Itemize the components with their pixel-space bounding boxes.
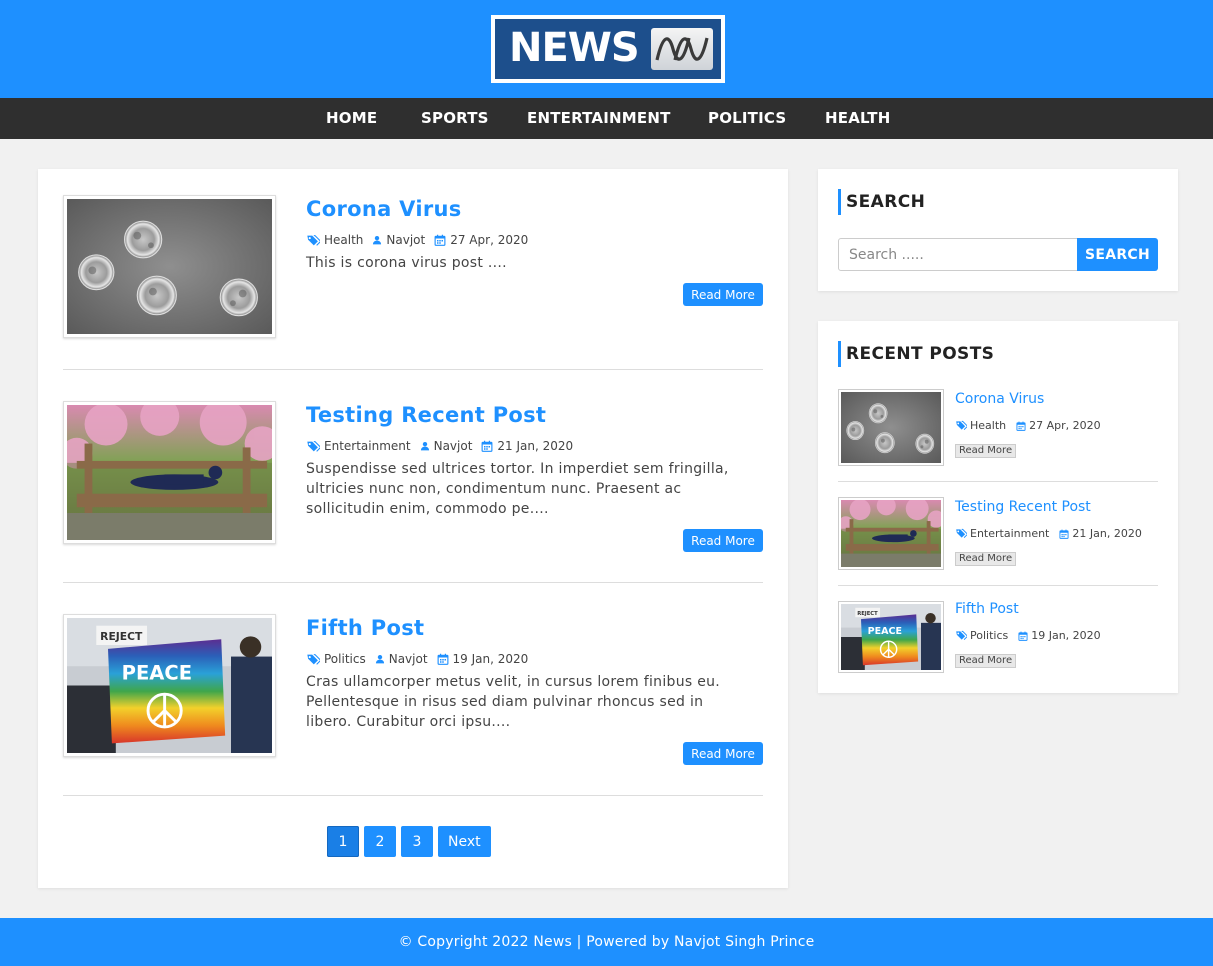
read-more-button[interactable]: Read More [683,283,763,306]
recent-read-more-button[interactable]: Read More [955,444,1017,458]
yoga-image [841,500,941,567]
nav-sports[interactable]: SPORTS [421,109,489,127]
logo-text: NEWS [509,25,640,71]
post-author[interactable]: Navjot [434,439,473,453]
recent-post-date: 27 Apr, 2020 [1029,419,1101,432]
post-date: 27 Apr, 2020 [450,233,529,247]
pagination: 1 2 3 Next [327,826,496,857]
post-item: Fifth Post Politics Navjot 19 Jan, 2020 … [63,614,763,796]
post-meta: Entertainment Navjot 21 Jan, 2020 [306,439,582,453]
read-more-button[interactable]: Read More [683,529,763,552]
search-widget-title: SEARCH [838,189,925,215]
nav-entertainment[interactable]: ENTERTAINMENT [527,109,671,127]
post-list: Corona Virus Health Navjot 27 Apr, 2020 … [38,169,788,888]
footer-copyright: © Copyright 2022 News | Powered by Navjo… [398,934,815,950]
recent-read-more-button[interactable]: Read More [955,654,1017,668]
recent-posts-title: RECENT POSTS [838,341,994,367]
post-category[interactable]: Politics [324,652,366,666]
logo-panel: NEWS [495,19,721,79]
divider [838,481,1158,482]
recent-post-item: Corona Virus Health 27 Apr, 2020 Read Mo… [838,389,1158,466]
peace-flag-image [67,618,272,753]
recent-post-item: Testing Recent Post Entertainment 21 Jan… [838,497,1158,570]
recent-post-category[interactable]: Politics [970,629,1008,642]
page-2-button[interactable]: 2 [364,826,396,857]
post-thumbnail[interactable] [63,614,276,757]
main-nav: HOME SPORTS ENTERTAINMENT POLITICS HEALT… [0,98,1213,139]
post-category[interactable]: Health [324,233,363,247]
post-date: 21 Jan, 2020 [497,439,574,453]
page-3-button[interactable]: 3 [401,826,433,857]
post-excerpt: Cras ullamcorper metus velit, in cursus … [306,674,721,730]
recent-post-item: Fifth Post Politics 19 Jan, 2020 Read Mo… [838,601,1158,673]
nav-home[interactable]: HOME [326,109,377,127]
recent-post-category[interactable]: Health [970,419,1006,432]
next-page-button[interactable]: Next [438,826,491,857]
user-icon [372,234,382,246]
recent-read-more-button[interactable]: Read More [955,552,1017,566]
search-input[interactable] [838,238,1078,271]
tags-icon [955,528,967,539]
post-excerpt: Suspendisse sed ultrices tortor. In impe… [306,461,729,517]
post-date: 19 Jan, 2020 [452,652,529,666]
site-footer: © Copyright 2022 News | Powered by Navjo… [0,918,1213,966]
post-title[interactable]: Corona Virus [306,197,462,221]
site-header: NEWS [0,0,1213,98]
recent-post-thumbnail[interactable] [838,389,944,466]
post-item: Testing Recent Post Entertainment Navjot… [63,401,763,583]
virus-image [67,199,272,334]
peace-flag-image [841,604,941,670]
recent-post-meta: Politics 19 Jan, 2020 [955,629,1111,642]
site-logo[interactable]: NEWS [491,15,725,83]
post-title[interactable]: Fifth Post [306,616,424,640]
post-thumbnail[interactable] [63,195,276,338]
recent-post-title[interactable]: Testing Recent Post [955,499,1091,515]
calendar-icon [434,234,446,246]
nav-politics[interactable]: POLITICS [708,109,786,127]
post-category[interactable]: Entertainment [324,439,411,453]
post-excerpt: This is corona virus post .... [306,255,507,271]
nav-health[interactable]: HEALTH [825,109,890,127]
post-meta: Politics Navjot 19 Jan, 2020 [306,652,537,666]
read-more-button[interactable]: Read More [683,742,763,765]
tags-icon [955,630,967,641]
post-title[interactable]: Testing Recent Post [306,403,546,427]
recent-post-meta: Entertainment 21 Jan, 2020 [955,527,1152,540]
page-1-button[interactable]: 1 [327,826,359,857]
search-button[interactable]: SEARCH [1077,238,1158,271]
recent-post-date: 19 Jan, 2020 [1031,629,1101,642]
recent-post-category[interactable]: Entertainment [970,527,1049,540]
user-icon [420,440,430,452]
yoga-image [67,405,272,540]
virus-image [841,392,941,463]
tags-icon [306,653,320,666]
abc-badge-icon [651,28,713,70]
recent-post-title[interactable]: Fifth Post [955,601,1019,617]
tags-icon [306,440,320,453]
tags-icon [306,234,320,247]
recent-post-date: 21 Jan, 2020 [1072,527,1142,540]
recent-post-thumbnail[interactable] [838,601,944,673]
calendar-icon [1016,421,1026,431]
post-item: Corona Virus Health Navjot 27 Apr, 2020 … [63,195,763,370]
calendar-icon [1018,631,1028,641]
post-meta: Health Navjot 27 Apr, 2020 [306,233,537,247]
recent-post-thumbnail[interactable] [838,497,944,570]
calendar-icon [437,653,449,665]
calendar-icon [1059,529,1069,539]
recent-posts-widget: RECENT POSTS Corona Virus Health 27 Apr,… [818,321,1178,693]
post-thumbnail[interactable] [63,401,276,544]
divider [838,585,1158,586]
search-widget: SEARCH SEARCH [818,169,1178,291]
post-author[interactable]: Navjot [386,233,425,247]
recent-post-title[interactable]: Corona Virus [955,391,1044,407]
tags-icon [955,420,967,431]
recent-post-meta: Health 27 Apr, 2020 [955,419,1111,432]
post-author[interactable]: Navjot [389,652,428,666]
user-icon [375,653,385,665]
calendar-icon [481,440,493,452]
